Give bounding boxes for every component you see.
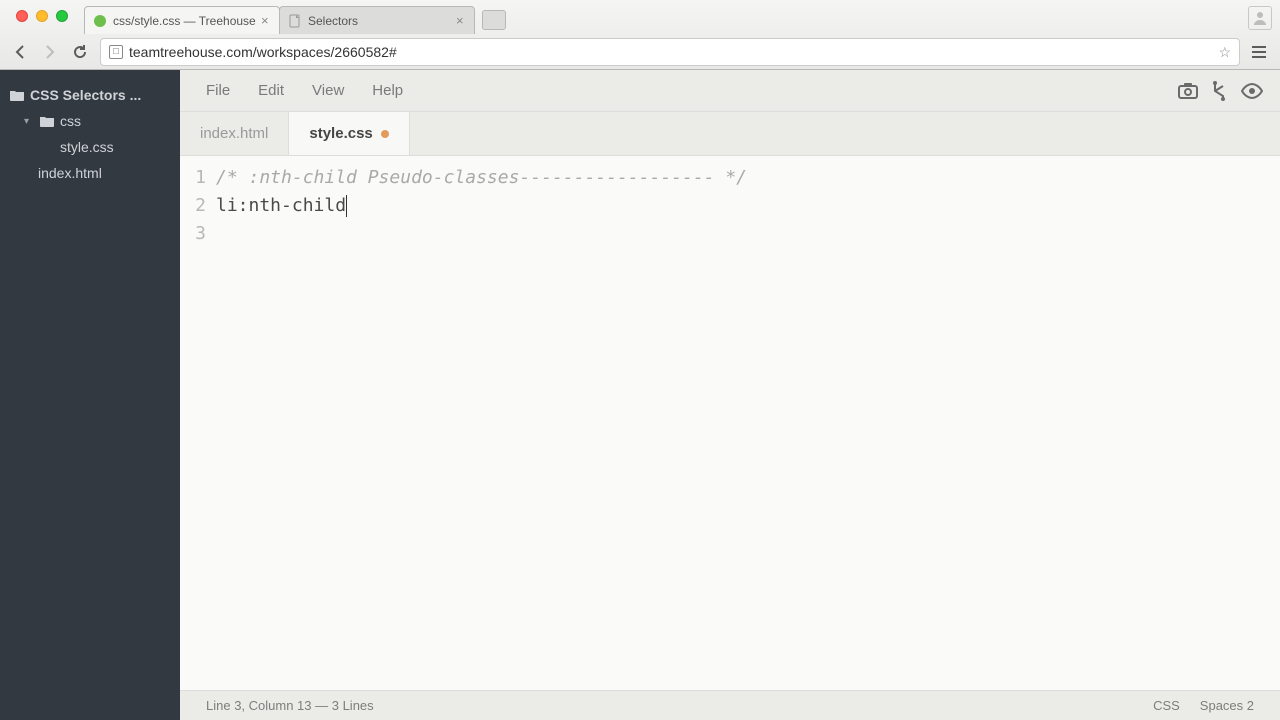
address-bar: ☐ teamtreehouse.com/workspaces/2660582# …: [0, 34, 1280, 70]
file-sidebar: CSS Selectors ... ▾ css style.css index.…: [0, 70, 180, 720]
tab-title: Selectors: [308, 14, 456, 28]
close-tab-icon[interactable]: ×: [261, 13, 271, 28]
line-gutter: 1 2 3: [180, 164, 216, 690]
status-bar: Line 3, Column 13 — 3 Lines CSS Spaces 2: [180, 690, 1280, 720]
tab-title: css/style.css — Treehouse: [113, 14, 261, 28]
user-profile-icon[interactable]: [1248, 6, 1272, 30]
code-content[interactable]: /* :nth-child Pseudo-classes------------…: [216, 164, 1280, 690]
code-line: /* :nth-child Pseudo-classes------------…: [216, 164, 1280, 192]
fork-icon[interactable]: [1204, 77, 1236, 105]
treehouse-favicon-icon: [93, 14, 107, 28]
page-favicon-icon: [288, 14, 302, 28]
close-tab-icon[interactable]: ×: [456, 13, 466, 28]
bookmark-star-icon[interactable]: ☆: [1218, 44, 1231, 61]
reload-button[interactable]: [70, 42, 90, 62]
project-root[interactable]: CSS Selectors ...: [0, 82, 180, 108]
main-pane: File Edit View Help index.html style.css: [180, 70, 1280, 720]
new-tab-button[interactable]: [482, 10, 506, 30]
text-cursor: [346, 195, 347, 217]
line-number: 1: [180, 164, 206, 192]
folder-icon: [40, 115, 54, 127]
tab-bar: css/style.css — Treehouse × Selectors ×: [0, 0, 1280, 34]
close-window-button[interactable]: [16, 10, 28, 22]
project-name: CSS Selectors ...: [30, 87, 141, 103]
maximize-window-button[interactable]: [56, 10, 68, 22]
tab-label: index.html: [200, 125, 268, 142]
browser-tab[interactable]: Selectors ×: [279, 6, 475, 34]
modified-indicator-icon: [381, 130, 389, 138]
browser-menu-icon[interactable]: [1250, 43, 1270, 61]
code-editor[interactable]: 1 2 3 /* :nth-child Pseudo-classes------…: [180, 156, 1280, 690]
editor-tab-indexhtml[interactable]: index.html: [180, 112, 289, 155]
sidebar-file-stylecss[interactable]: style.css: [0, 134, 180, 160]
cursor-position: Line 3, Column 13 — 3 Lines: [196, 698, 384, 713]
minimize-window-button[interactable]: [36, 10, 48, 22]
back-button[interactable]: [10, 42, 30, 62]
browser-chrome: css/style.css — Treehouse × Selectors ×: [0, 0, 1280, 70]
snapshot-icon[interactable]: [1172, 77, 1204, 105]
line-number: 3: [180, 220, 206, 248]
preview-eye-icon[interactable]: [1236, 77, 1268, 105]
code-line: li:nth-child: [216, 192, 1280, 220]
file-label: index.html: [38, 165, 102, 181]
code-text: li:nth-child: [216, 195, 346, 216]
menu-bar: File Edit View Help: [180, 70, 1280, 112]
file-label: style.css: [60, 139, 114, 155]
menu-file[interactable]: File: [192, 82, 244, 99]
language-mode[interactable]: CSS: [1143, 698, 1190, 713]
site-info-icon[interactable]: ☐: [109, 45, 123, 59]
chevron-down-icon: ▾: [24, 116, 34, 127]
menu-edit[interactable]: Edit: [244, 82, 298, 99]
browser-tab-active[interactable]: css/style.css — Treehouse ×: [84, 6, 280, 34]
folder-icon: [10, 89, 24, 101]
menu-view[interactable]: View: [298, 82, 358, 99]
editor-tabs: index.html style.css: [180, 112, 1280, 156]
app-window: CSS Selectors ... ▾ css style.css index.…: [0, 70, 1280, 720]
window-controls: [8, 0, 76, 22]
sidebar-file-indexhtml[interactable]: index.html: [0, 160, 180, 186]
url-input[interactable]: ☐ teamtreehouse.com/workspaces/2660582# …: [100, 38, 1240, 66]
url-text: teamtreehouse.com/workspaces/2660582#: [129, 44, 397, 60]
indent-mode[interactable]: Spaces 2: [1190, 698, 1264, 713]
line-number: 2: [180, 192, 206, 220]
forward-button[interactable]: [40, 42, 60, 62]
folder-label: css: [60, 113, 81, 129]
menu-help[interactable]: Help: [358, 82, 417, 99]
editor-tab-stylecss[interactable]: style.css: [289, 112, 409, 155]
tab-label: style.css: [309, 125, 372, 142]
sidebar-folder-css[interactable]: ▾ css: [0, 108, 180, 134]
browser-tabs: css/style.css — Treehouse × Selectors ×: [84, 6, 506, 34]
